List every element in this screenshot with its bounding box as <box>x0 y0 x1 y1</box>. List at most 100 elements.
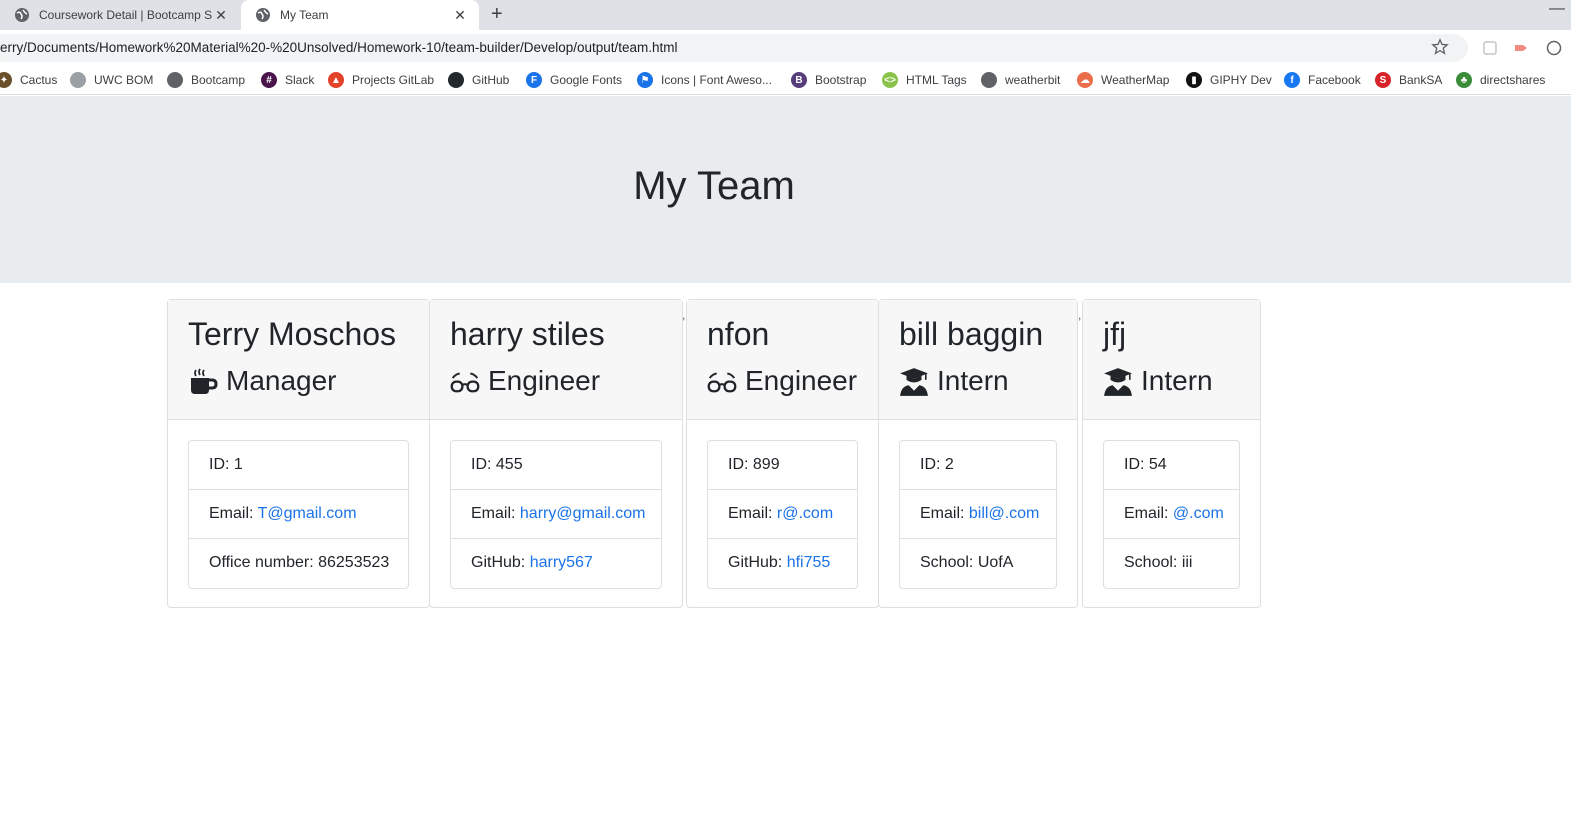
bookmark-label: Facebook <box>1308 73 1361 87</box>
page-viewport: My Team Terry Moschos Manager ID: 1 Email: … <box>0 96 1571 839</box>
html-icon: <> <box>882 72 898 88</box>
info-list: ID: 54 Email: @.com School: iii <box>1103 440 1240 589</box>
email-label: Email: <box>920 505 969 522</box>
minimize-window-icon[interactable]: — <box>1549 0 1565 18</box>
globe-icon <box>70 72 86 88</box>
employee-email: Email: bill@.com <box>900 490 1056 539</box>
employee-email: Email: T@gmail.com <box>189 490 408 539</box>
globe-icon <box>981 72 997 88</box>
extension-icon[interactable] <box>1482 40 1498 56</box>
bookmark-item[interactable]: Bootcamp <box>167 72 245 88</box>
extra-label: School: <box>920 554 978 571</box>
bookmark-item[interactable]: UWC BOM <box>70 72 153 88</box>
card-body: ID: 54 Email: @.com School: iii <box>1083 420 1260 589</box>
bookmark-item[interactable]: f Facebook <box>1284 72 1361 88</box>
glasses-icon <box>707 367 737 395</box>
extra-value: UofA <box>977 554 1014 571</box>
bookmark-label: Projects GitLab <box>352 73 435 87</box>
bookmark-item[interactable]: ⚑ Icons | Font Aweso... <box>637 72 772 88</box>
employee-id: ID: 899 <box>708 441 857 490</box>
info-list: ID: 2 Email: bill@.com School: UofA <box>899 440 1057 589</box>
address-bar[interactable]: erry/Documents/Homework%20Material%20-%2… <box>0 34 1468 62</box>
bookmark-star-icon[interactable] <box>1431 38 1449 56</box>
employee-id: ID: 54 <box>1104 441 1239 490</box>
tab-my-team[interactable]: My Team ✕ <box>241 0 479 30</box>
bookmark-label: directshares <box>1480 73 1546 87</box>
coffee-mug-icon <box>188 367 218 395</box>
info-list: ID: 1 Email: T@gmail.com Office number: 86… <box>188 440 409 589</box>
card-header: nfon Engineer <box>687 300 878 420</box>
facebook-icon: f <box>1284 72 1300 88</box>
bookmark-item[interactable]: # Slack <box>261 72 314 88</box>
tab-coursework[interactable]: Coursework Detail | Bootcamp Sp ✕ <box>0 0 240 30</box>
page-header: My Team <box>0 96 1571 283</box>
bookmark-item[interactable]: GitHub <box>448 72 509 88</box>
bookmark-label: Cactus <box>20 73 58 87</box>
url-text[interactable]: erry/Documents/Homework%20Material%20-%2… <box>0 40 678 55</box>
flag-icon: ⚑ <box>637 72 653 88</box>
employee-extra: GitHub: harry567 <box>451 539 661 588</box>
card-header: jfj Intern <box>1083 300 1260 420</box>
email-link[interactable]: harry@gmail.com <box>520 505 646 522</box>
close-tab-icon[interactable]: ✕ <box>451 7 469 24</box>
bootstrap-icon: B <box>791 72 807 88</box>
gitlab-icon: ▲ <box>328 72 344 88</box>
card-header: harry stiles Engineer <box>430 300 682 420</box>
extension-icon[interactable] <box>1546 40 1562 56</box>
employee-extra: Office number: 86253523 <box>189 539 408 588</box>
bookmark-label: Google Fonts <box>550 73 623 87</box>
employee-name: jfj <box>1103 316 1127 352</box>
slack-icon: # <box>261 72 277 88</box>
bookmark-item[interactable]: F Google Fonts <box>526 72 622 88</box>
email-link[interactable]: bill@.com <box>969 505 1039 522</box>
card-body: ID: 899 Email: r@.com GitHub: hfi755 <box>687 420 878 589</box>
bookmark-item[interactable]: ▮ GIPHY Dev <box>1186 72 1272 88</box>
bookmark-item[interactable]: ▲ Projects GitLab <box>328 72 434 88</box>
role-label: Engineer <box>488 365 601 396</box>
employee-extra: School: UofA <box>900 539 1056 588</box>
tab-title: My Team <box>280 8 329 22</box>
stray-mark: , <box>682 308 686 322</box>
bookmark-label: Bootcamp <box>191 73 246 87</box>
employee-card: harry stiles Engineer ID: 455 Email: harry@… <box>429 299 683 608</box>
giphy-icon: ▮ <box>1186 72 1202 88</box>
bookmark-item[interactable]: ♣ directshares <box>1456 72 1545 88</box>
employee-card: nfon Engineer ID: 899 Email: r@.com GitHub: … <box>686 299 879 608</box>
globe-icon <box>15 8 29 22</box>
github-link[interactable]: hfi755 <box>787 554 831 571</box>
bookmark-item[interactable]: S BankSA <box>1375 72 1442 88</box>
graduate-icon <box>899 367 929 396</box>
tab-title: Coursework Detail | Bootcamp Sp <box>39 8 212 22</box>
extra-label: Office number: <box>209 554 319 571</box>
email-label: Email: <box>471 505 520 522</box>
bookmark-label: BankSA <box>1399 73 1443 87</box>
bookmark-item[interactable]: B Bootstrap <box>791 72 866 88</box>
close-tab-icon[interactable]: ✕ <box>212 7 230 24</box>
bookmark-item[interactable]: ☁ WeatherMap <box>1077 72 1169 88</box>
extension-icon[interactable] <box>1513 40 1529 56</box>
card-body: ID: 2 Email: bill@.com School: UofA <box>879 420 1077 589</box>
extra-label: School: <box>1124 554 1182 571</box>
globe-icon <box>256 8 270 22</box>
employee-name: Terry Moschos <box>188 316 397 352</box>
email-link[interactable]: r@.com <box>777 505 833 522</box>
bookmark-label: WeatherMap <box>1101 73 1170 87</box>
email-link[interactable]: T@gmail.com <box>258 505 357 522</box>
directshares-icon: ♣ <box>1456 72 1472 88</box>
employee-name: nfon <box>707 316 770 352</box>
bookmark-item[interactable]: ✦ Cactus <box>0 72 57 88</box>
github-link[interactable]: harry567 <box>530 554 593 571</box>
employee-email: Email: harry@gmail.com <box>451 490 661 539</box>
card-header: bill baggin Intern <box>879 300 1077 420</box>
employee-role: Engineer <box>450 361 662 401</box>
extra-value: iii <box>1181 554 1193 571</box>
browser-tab-strip: Coursework Detail | Bootcamp Sp ✕ My Tea… <box>0 0 1571 30</box>
page-title: My Team <box>633 164 795 208</box>
bookmark-item[interactable]: <> HTML Tags <box>882 72 967 88</box>
bookmark-item[interactable]: weatherbit <box>981 72 1060 88</box>
employee-name: harry stiles <box>450 316 605 352</box>
new-tab-icon[interactable]: + <box>491 3 503 26</box>
employee-id: ID: 2 <box>900 441 1056 490</box>
employee-email: Email: r@.com <box>708 490 857 539</box>
email-link[interactable]: @.com <box>1173 505 1224 522</box>
